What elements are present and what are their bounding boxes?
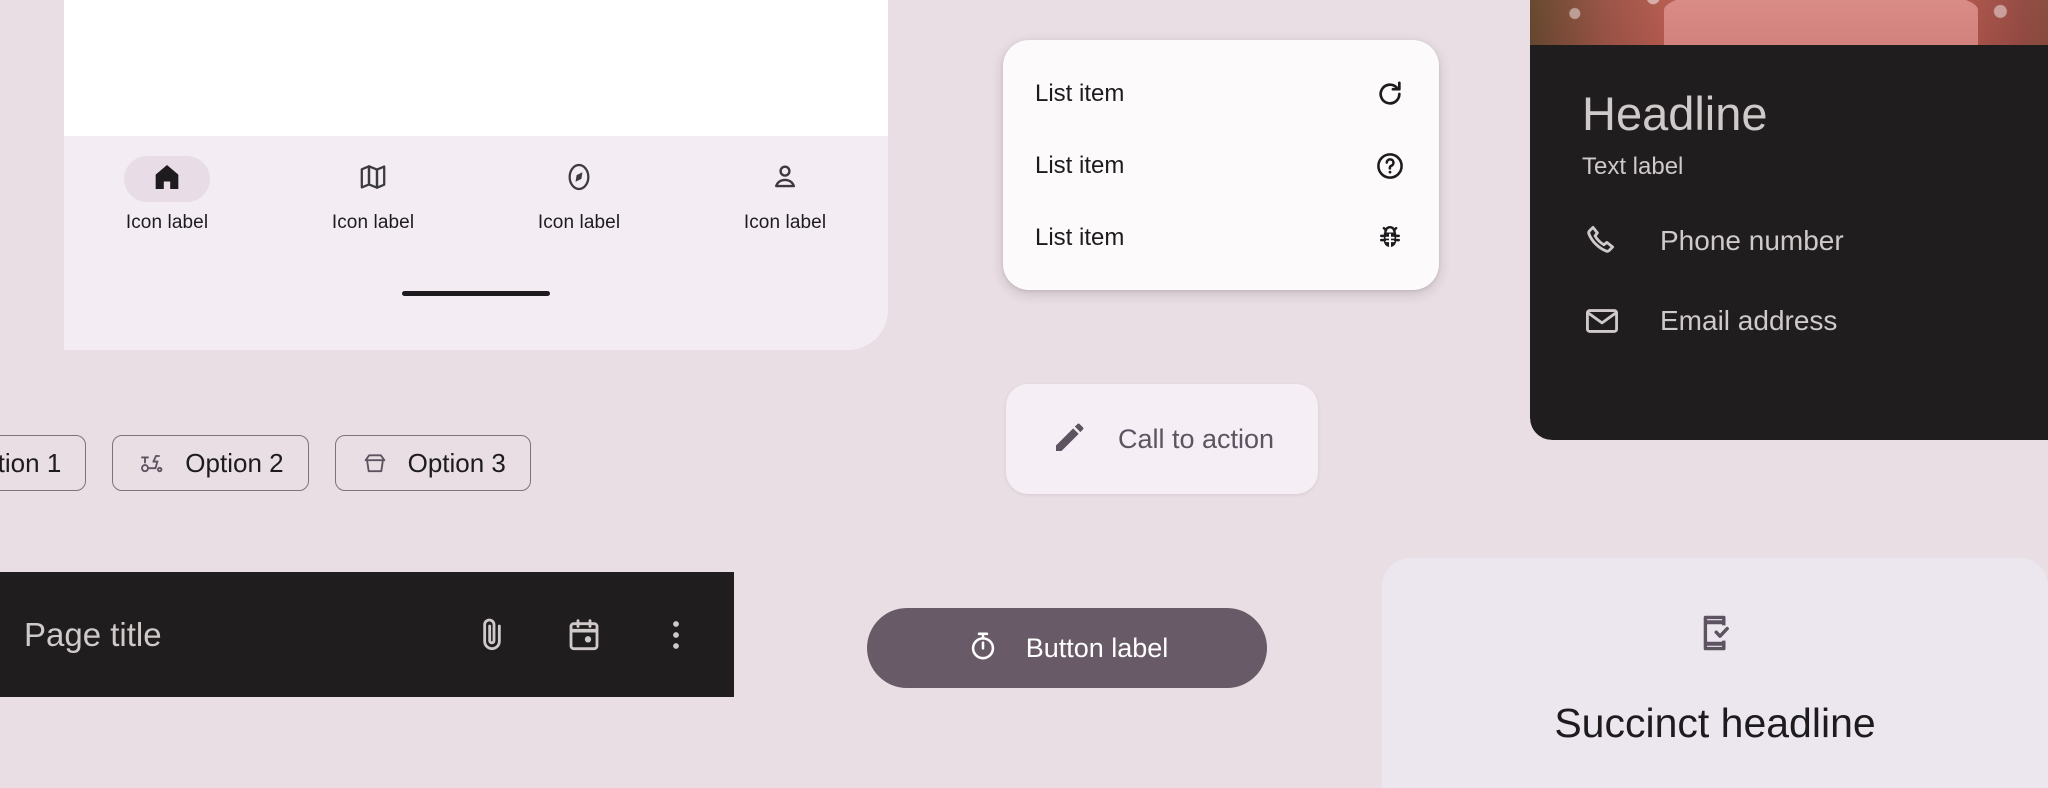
navigation-panel: Icon label Icon label Icon label Icon la…: [64, 0, 888, 350]
list-item-label: List item: [1035, 80, 1125, 107]
phone-icon: [1582, 221, 1622, 261]
chip-option-1[interactable]: Option 1: [0, 435, 87, 491]
chip-label: Option 2: [185, 447, 284, 478]
explore-icon: [563, 161, 595, 198]
list-item[interactable]: List item: [1003, 58, 1439, 130]
timer-icon: [966, 629, 1000, 668]
nav-item-map[interactable]: Icon label: [270, 136, 476, 234]
chip-option-2[interactable]: Option 2: [112, 435, 309, 491]
page-title: Page title: [24, 615, 162, 653]
list-item[interactable]: List item: [1003, 130, 1439, 202]
person-icon: [769, 161, 801, 198]
contact-card: Headline Text label Phone number Email a…: [1530, 0, 2048, 440]
home-icon: [151, 161, 183, 198]
calendar-icon[interactable]: [562, 613, 606, 657]
contact-sublabel: Text label: [1582, 152, 1684, 180]
chip-label: Option 1: [0, 447, 62, 478]
nav-items-container: Icon label Icon label Icon label Icon la…: [64, 136, 888, 276]
mobile-check-icon: [1690, 608, 1740, 658]
menu-card: List item List item List item: [1003, 40, 1439, 290]
edit-pencil-icon: [1050, 417, 1090, 462]
map-icon: [357, 161, 389, 198]
list-item-label: List item: [1035, 152, 1125, 179]
takeout-dining-icon: [360, 448, 390, 478]
help-icon[interactable]: [1373, 149, 1407, 183]
nav-item-label: Icon label: [125, 212, 209, 233]
chip-label: Option 3: [407, 447, 506, 478]
nav-item-label: Icon label: [537, 212, 621, 233]
email-icon: [1582, 301, 1622, 341]
contact-row-email[interactable]: Email address: [1582, 301, 2038, 341]
contact-row-label: Phone number: [1660, 224, 1844, 256]
list-item-label: List item: [1035, 224, 1125, 251]
list-item[interactable]: List item: [1003, 202, 1439, 274]
nav-item-home[interactable]: Icon label: [64, 136, 270, 234]
refresh-icon[interactable]: [1373, 77, 1407, 111]
top-app-bar: Page title: [0, 572, 734, 697]
contact-photo: [1530, 0, 2048, 46]
nav-active-indicator: [124, 156, 210, 202]
gesture-handle: [402, 291, 550, 296]
succinct-card: Succinct headline: [1382, 558, 2048, 788]
call-to-action-label: Call to action: [1117, 423, 1275, 454]
contact-row-phone[interactable]: Phone number: [1582, 221, 2038, 261]
call-to-action-button[interactable]: Call to action: [1006, 384, 1318, 494]
nav-indicator-slot: [742, 156, 828, 202]
nav-panel-content-area: [64, 0, 888, 136]
photo-subject-garment: [1664, 0, 1978, 46]
filled-button[interactable]: Button label: [867, 608, 1267, 688]
contact-headline: Headline: [1582, 87, 1768, 140]
chip-row: Option 1 Option 2 Option 3: [0, 435, 531, 491]
moped-icon: [137, 448, 167, 478]
more-vert-icon[interactable]: [654, 613, 698, 657]
nav-item-person[interactable]: Icon label: [682, 136, 888, 234]
filled-button-label: Button label: [1025, 632, 1169, 663]
bug-report-icon[interactable]: [1373, 221, 1407, 255]
contact-row-label: Email address: [1660, 304, 1838, 336]
nav-indicator-slot: [536, 156, 622, 202]
attachment-icon[interactable]: [470, 613, 514, 657]
nav-item-label: Icon label: [331, 212, 415, 233]
chip-option-3[interactable]: Option 3: [334, 435, 531, 491]
nav-item-label: Icon label: [743, 212, 827, 233]
nav-indicator-slot: [330, 156, 416, 202]
succinct-headline: Succinct headline: [1554, 700, 1876, 746]
contact-card-body: Headline Text label Phone number Email a…: [1530, 45, 2048, 440]
nav-item-explore[interactable]: Icon label: [476, 136, 682, 234]
